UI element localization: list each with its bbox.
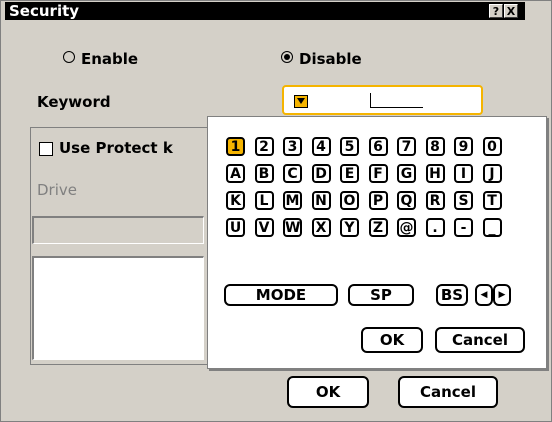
key-K[interactable]: K <box>226 191 245 210</box>
key-2[interactable]: 2 <box>254 137 274 156</box>
key-N[interactable]: N <box>311 191 331 210</box>
key-underscore[interactable]: _ <box>482 218 502 237</box>
keyword-label: Keyword <box>37 93 111 111</box>
ok-button[interactable]: OK <box>287 376 369 408</box>
soft-keyboard: 1 2 3 4 5 6 7 8 9 0 A B C D E F G H I J K L M N O P Q R S T U V W X Y Z @. - _… <box>207 116 547 369</box>
enable-radio[interactable]: Enable <box>63 50 138 68</box>
key-7[interactable]: 7 <box>397 137 416 156</box>
key-C[interactable]: C <box>283 164 302 183</box>
cursor-right-key[interactable]: ▶ <box>493 284 511 306</box>
key-P[interactable]: P <box>368 191 388 210</box>
key-1[interactable]: 1 <box>226 137 245 156</box>
close-button[interactable]: X <box>504 4 518 18</box>
key-O[interactable]: O <box>340 191 359 210</box>
backspace-key[interactable]: BS <box>436 284 468 306</box>
key-Z[interactable]: Z <box>368 218 388 237</box>
text-cursor <box>370 93 423 108</box>
dropdown-arrow-icon[interactable] <box>294 95 308 108</box>
use-protect-checkbox[interactable] <box>39 142 53 156</box>
key-E[interactable]: E <box>340 164 359 183</box>
drive-label: Drive <box>37 181 77 199</box>
key-D[interactable]: D <box>311 164 331 183</box>
mode-key[interactable]: MODE <box>224 284 338 306</box>
enable-label: Enable <box>81 50 139 68</box>
dialog-title: Security <box>9 2 80 20</box>
key-X[interactable]: X <box>311 218 331 237</box>
keyword-input[interactable] <box>282 85 483 115</box>
key-A[interactable]: A <box>226 164 245 183</box>
radio-selected-icon <box>281 51 293 63</box>
key-J[interactable]: J <box>482 164 502 183</box>
key-S[interactable]: S <box>454 191 473 210</box>
key-dot[interactable]: . <box>425 218 445 237</box>
cancel-button[interactable]: Cancel <box>398 376 498 408</box>
drive-field[interactable] <box>32 216 204 244</box>
key-9[interactable]: 9 <box>454 137 473 156</box>
keyboard-ok-button[interactable]: OK <box>361 327 423 353</box>
keyboard-cancel-button[interactable]: Cancel <box>435 327 525 353</box>
key-R[interactable]: R <box>425 191 445 210</box>
key-M[interactable]: M <box>283 191 302 210</box>
key-F[interactable]: F <box>368 164 388 183</box>
key-L[interactable]: L <box>254 191 274 210</box>
key-Y[interactable]: Y <box>340 218 359 237</box>
key-3[interactable]: 3 <box>283 137 302 156</box>
key-T[interactable]: T <box>482 191 502 210</box>
disable-radio[interactable]: Disable <box>281 50 362 68</box>
key-B[interactable]: B <box>254 164 274 183</box>
key-8[interactable]: 8 <box>425 137 445 156</box>
drive-list[interactable] <box>32 256 204 360</box>
radio-icon <box>63 51 75 63</box>
key-Q[interactable]: Q <box>397 191 416 210</box>
key-4[interactable]: 4 <box>311 137 331 156</box>
key-dash[interactable]: - <box>454 218 473 237</box>
key-at[interactable]: @ <box>397 218 416 237</box>
key-H[interactable]: H <box>425 164 445 183</box>
key-6[interactable]: 6 <box>368 137 388 156</box>
key-5[interactable]: 5 <box>340 137 359 156</box>
title-bar: Security ? X <box>5 2 525 20</box>
space-key[interactable]: SP <box>348 284 414 306</box>
security-dialog: Security ? X Enable Disable Keyword Use … <box>0 0 552 422</box>
key-W[interactable]: W <box>283 218 302 237</box>
help-button[interactable]: ? <box>489 4 503 18</box>
key-0[interactable]: 0 <box>482 137 502 156</box>
key-I[interactable]: I <box>454 164 473 183</box>
use-protect-label: Use Protect k <box>59 139 173 157</box>
cursor-left-key[interactable]: ◀ <box>475 284 493 306</box>
key-U[interactable]: U <box>226 218 245 237</box>
key-V[interactable]: V <box>254 218 274 237</box>
key-G[interactable]: G <box>397 164 416 183</box>
disable-label: Disable <box>299 50 362 68</box>
